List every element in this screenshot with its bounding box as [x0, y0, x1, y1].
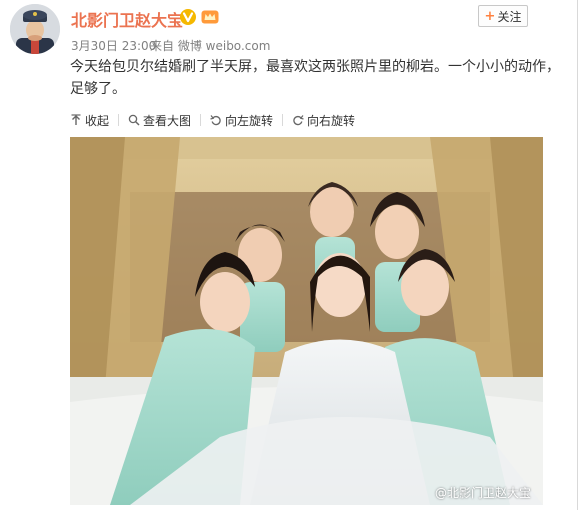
avatar-image: [10, 4, 60, 54]
wedding-photo-image: [70, 137, 543, 505]
rotate-right-button[interactable]: 向右旋转: [292, 112, 355, 129]
rotate-left-label: 向左旋转: [225, 113, 274, 128]
member-crown-icon[interactable]: [201, 10, 219, 24]
post-timestamp[interactable]: 3月30日 23:00: [71, 37, 156, 54]
author-name[interactable]: 北影门卫赵大宝: [71, 7, 183, 31]
plus-icon: +: [484, 8, 496, 24]
divider: [118, 114, 120, 126]
image-toolbar: 收起 查看大图 向左旋转 向右旋转: [70, 110, 355, 130]
photo-watermark: @北影门卫赵大宝: [434, 486, 531, 500]
divider: [200, 114, 202, 126]
weibo-post-card: 北影门卫赵大宝 + 关注 3月30日 23:00 来自 微博 weibo.com…: [0, 0, 578, 510]
post-source: 来自 微博 weibo.com: [150, 37, 270, 54]
rotate-right-icon: [293, 115, 304, 126]
rotate-left-button[interactable]: 向左旋转: [210, 112, 273, 129]
collapse-label: 收起: [85, 113, 110, 128]
post-text: 今天给包贝尔结婚刷了半天屏，最喜欢这两张照片里的柳岩。一个小小的动作，足够了。: [70, 59, 560, 97]
rotate-left-icon: [210, 115, 221, 126]
collapse-button[interactable]: 收起: [70, 112, 109, 129]
divider: [282, 114, 284, 126]
magnifier-icon: [128, 114, 140, 126]
view-large-label: 查看大图: [143, 113, 192, 128]
rotate-right-label: 向右旋转: [307, 113, 356, 128]
follow-label: 关注: [497, 9, 522, 24]
verified-v-icon[interactable]: [180, 9, 196, 25]
post-photo[interactable]: @北影门卫赵大宝: [70, 137, 543, 505]
collapse-icon: [71, 114, 81, 125]
source-link[interactable]: 微博 weibo.com: [178, 39, 271, 53]
source-prefix: 来自: [150, 39, 175, 53]
author-avatar[interactable]: [10, 4, 60, 54]
view-large-button[interactable]: 查看大图: [128, 112, 191, 129]
follow-button[interactable]: + 关注: [478, 5, 528, 27]
